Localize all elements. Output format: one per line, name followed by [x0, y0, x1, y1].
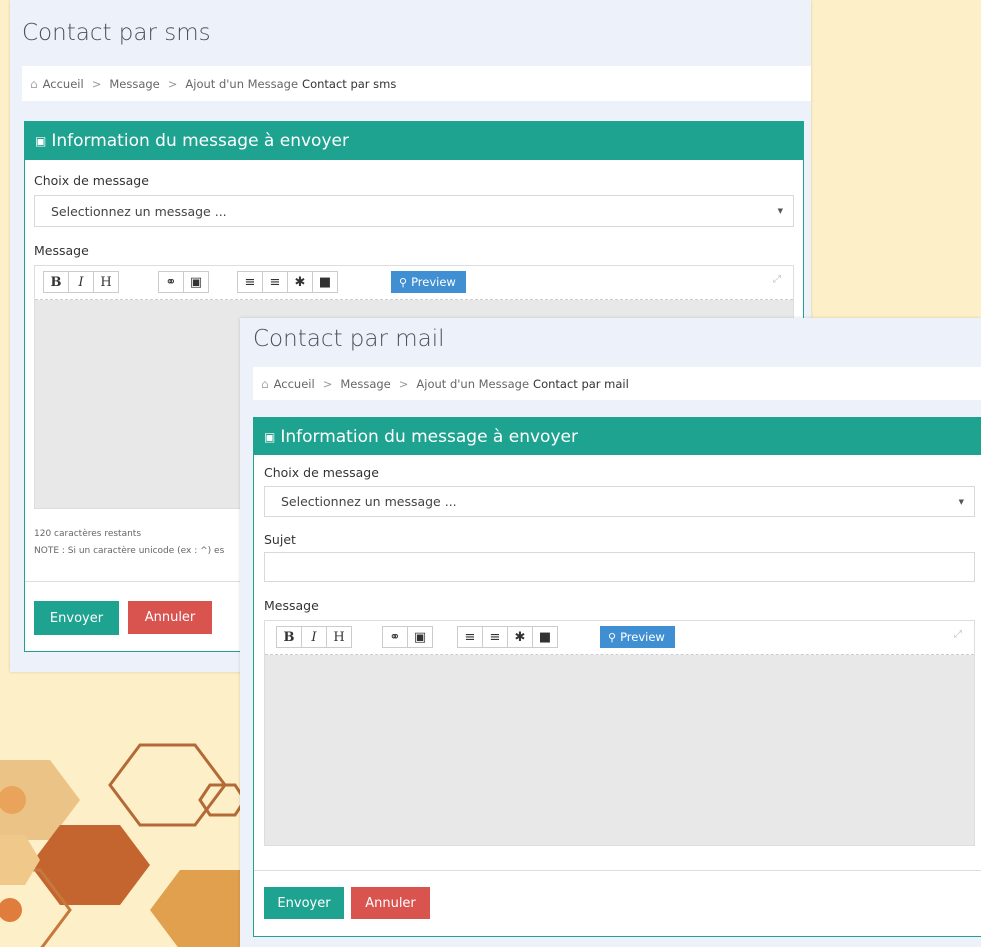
breadcrumb-add-link[interactable]: Ajout d'un Message: [416, 377, 529, 391]
breadcrumb-separator: >: [398, 376, 409, 391]
send-button[interactable]: Envoyer: [264, 887, 344, 919]
message-select[interactable]: Selectionnez un message ... ▼: [34, 195, 794, 227]
preview-label: Preview: [411, 275, 456, 289]
select-value: Selectionnez un message ...: [51, 203, 227, 219]
panel-header: ▣ Information du message à envoyer: [25, 122, 803, 160]
italic-button[interactable]: I: [68, 271, 94, 293]
breadcrumb: ⌂ Accueil > Message > Ajout d'un Message…: [22, 66, 811, 101]
expand-icon[interactable]: ⤢: [773, 274, 781, 285]
panel-header: ▣ Information du message à envoyer: [254, 418, 981, 455]
chars-remaining: 120 caractères restants: [34, 529, 142, 539]
bullet-list-icon[interactable]: ≡: [237, 271, 263, 293]
bold-button[interactable]: B: [43, 271, 69, 293]
image-icon[interactable]: ▣: [183, 271, 209, 293]
subject-input[interactable]: [264, 552, 975, 582]
breadcrumb-separator: >: [322, 376, 333, 391]
italic-button[interactable]: I: [301, 626, 327, 648]
heading-button[interactable]: H: [93, 271, 119, 293]
breadcrumb-add-link[interactable]: Ajout d'un Message: [185, 77, 298, 91]
image-icon[interactable]: ▣: [407, 626, 433, 648]
subject-label: Sujet: [264, 532, 296, 547]
breadcrumb-separator: >: [91, 76, 102, 91]
preview-button[interactable]: ⚲ Preview: [600, 626, 675, 648]
home-icon: ⌂: [261, 376, 269, 391]
breadcrumb-message-link[interactable]: Message: [340, 377, 390, 391]
chevron-down-icon: ▼: [958, 497, 964, 506]
search-icon: ⚲: [608, 630, 617, 644]
link-icon[interactable]: ⚭: [382, 626, 408, 648]
link-icon[interactable]: ⚭: [158, 271, 184, 293]
breadcrumb-separator: >: [167, 76, 178, 91]
search-icon: ⚲: [399, 275, 408, 289]
unicode-note: NOTE : Si un caractère unicode (ex : ^) …: [34, 546, 225, 556]
panel-title: Information du message à envoyer: [280, 426, 578, 447]
preview-label: Preview: [620, 630, 665, 644]
breadcrumb-current: Contact par sms: [302, 76, 397, 91]
numbered-list-icon[interactable]: ≡: [482, 626, 508, 648]
quote-icon[interactable]: ■: [312, 271, 338, 293]
heading-button[interactable]: H: [326, 626, 352, 648]
preview-button[interactable]: ⚲ Preview: [391, 271, 466, 293]
message-label: Message: [34, 243, 89, 258]
page-title: Contact par sms: [22, 20, 211, 46]
message-panel: ▣ Information du message à envoyer Choix…: [253, 417, 981, 937]
editor-toolbar: B I H ⚭ ▣ ≡ ≡ ✱ ■ ⚲ Preview ⤢: [35, 266, 793, 300]
divider: [254, 870, 981, 871]
message-select[interactable]: Selectionnez un message ... ▼: [264, 486, 975, 517]
send-button[interactable]: Envoyer: [34, 601, 119, 635]
breadcrumb-message-link[interactable]: Message: [109, 77, 159, 91]
choice-label: Choix de message: [34, 173, 149, 188]
panel-title: Information du message à envoyer: [51, 131, 349, 151]
message-label: Message: [264, 598, 319, 613]
quote-icon[interactable]: ■: [532, 626, 558, 648]
breadcrumb: ⌂ Accueil > Message > Ajout d'un Message…: [253, 367, 981, 400]
expand-icon[interactable]: ⤢: [954, 629, 962, 640]
code-icon[interactable]: ✱: [287, 271, 313, 293]
page-title: Contact par mail: [253, 326, 445, 352]
cancel-button[interactable]: Annuler: [351, 887, 430, 919]
breadcrumb-current: Contact par mail: [533, 376, 629, 391]
numbered-list-icon[interactable]: ≡: [262, 271, 288, 293]
message-editor[interactable]: B I H ⚭ ▣ ≡ ≡ ✱ ■ ⚲ Preview ⤢: [264, 620, 975, 846]
mail-contact-window: Contact par mail ⌂ Accueil > Message > A…: [240, 318, 981, 947]
choice-label: Choix de message: [264, 465, 379, 480]
bold-button[interactable]: B: [276, 626, 302, 648]
lock-icon: ▣: [264, 429, 276, 444]
chevron-down-icon: ▼: [777, 207, 783, 215]
lock-icon: ▣: [35, 134, 47, 148]
select-value: Selectionnez un message ...: [281, 494, 457, 509]
breadcrumb-home-link[interactable]: Accueil: [43, 77, 84, 91]
breadcrumb-home-link[interactable]: Accueil: [274, 377, 315, 391]
cancel-button[interactable]: Annuler: [128, 601, 212, 634]
home-icon: ⌂: [30, 76, 38, 91]
editor-toolbar: B I H ⚭ ▣ ≡ ≡ ✱ ■ ⚲ Preview ⤢: [265, 621, 974, 655]
bullet-list-icon[interactable]: ≡: [457, 626, 483, 648]
code-icon[interactable]: ✱: [507, 626, 533, 648]
